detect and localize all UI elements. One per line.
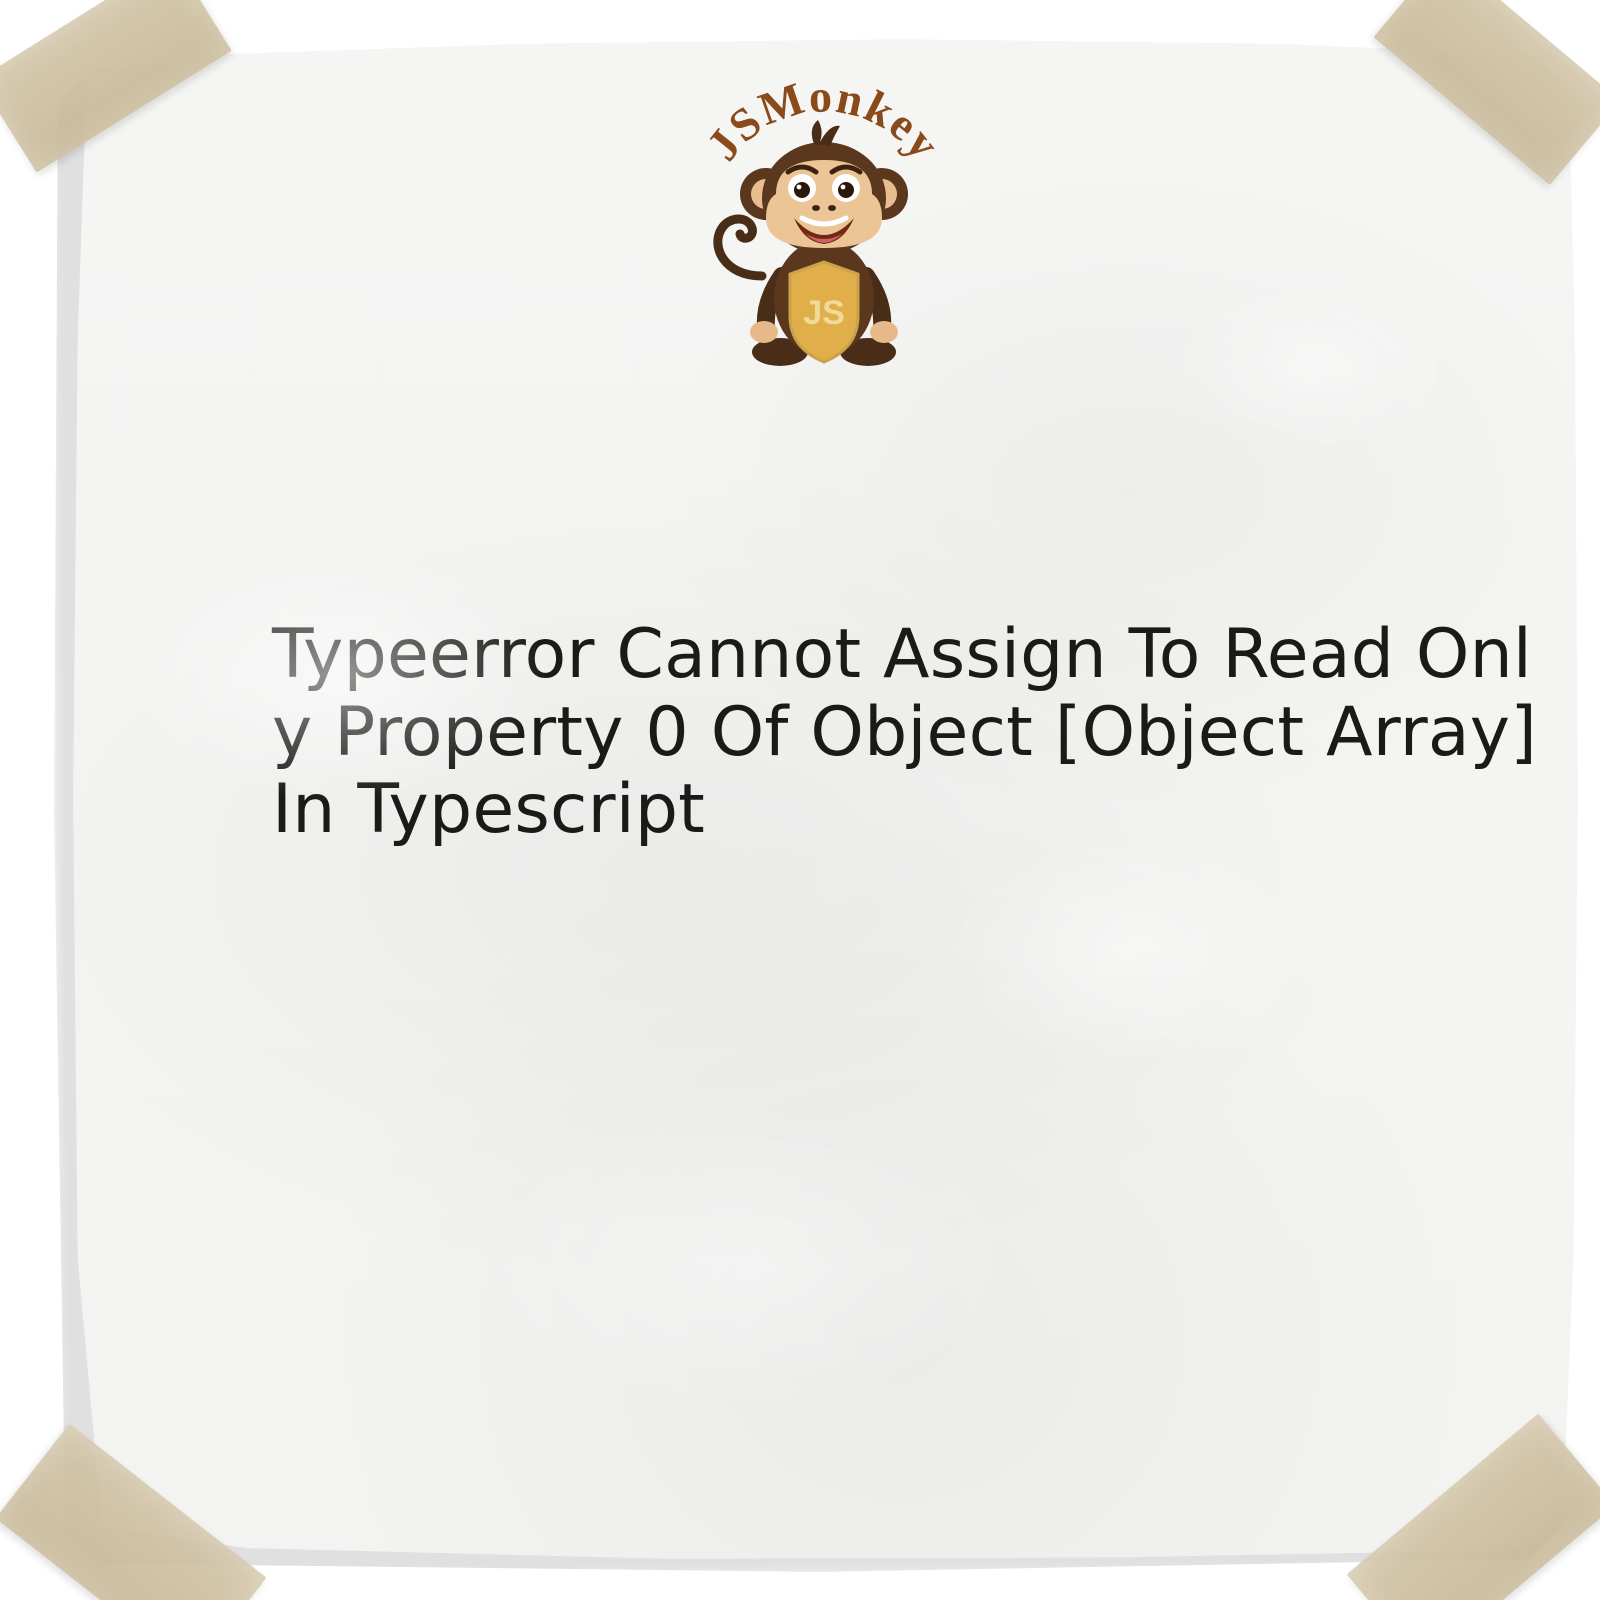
badge-text: JS [803, 294, 845, 332]
paper-sheet: JSMonkey JS [64, 30, 1584, 1565]
document-canvas: JSMonkey JS [0, 0, 1600, 1600]
brand-logo: JSMonkey JS [644, 66, 1004, 366]
article-title: Typeerror Cannot Assign To Read Only Pro… [272, 616, 1540, 849]
monkey-logo-icon: JSMonkey JS [664, 66, 984, 366]
